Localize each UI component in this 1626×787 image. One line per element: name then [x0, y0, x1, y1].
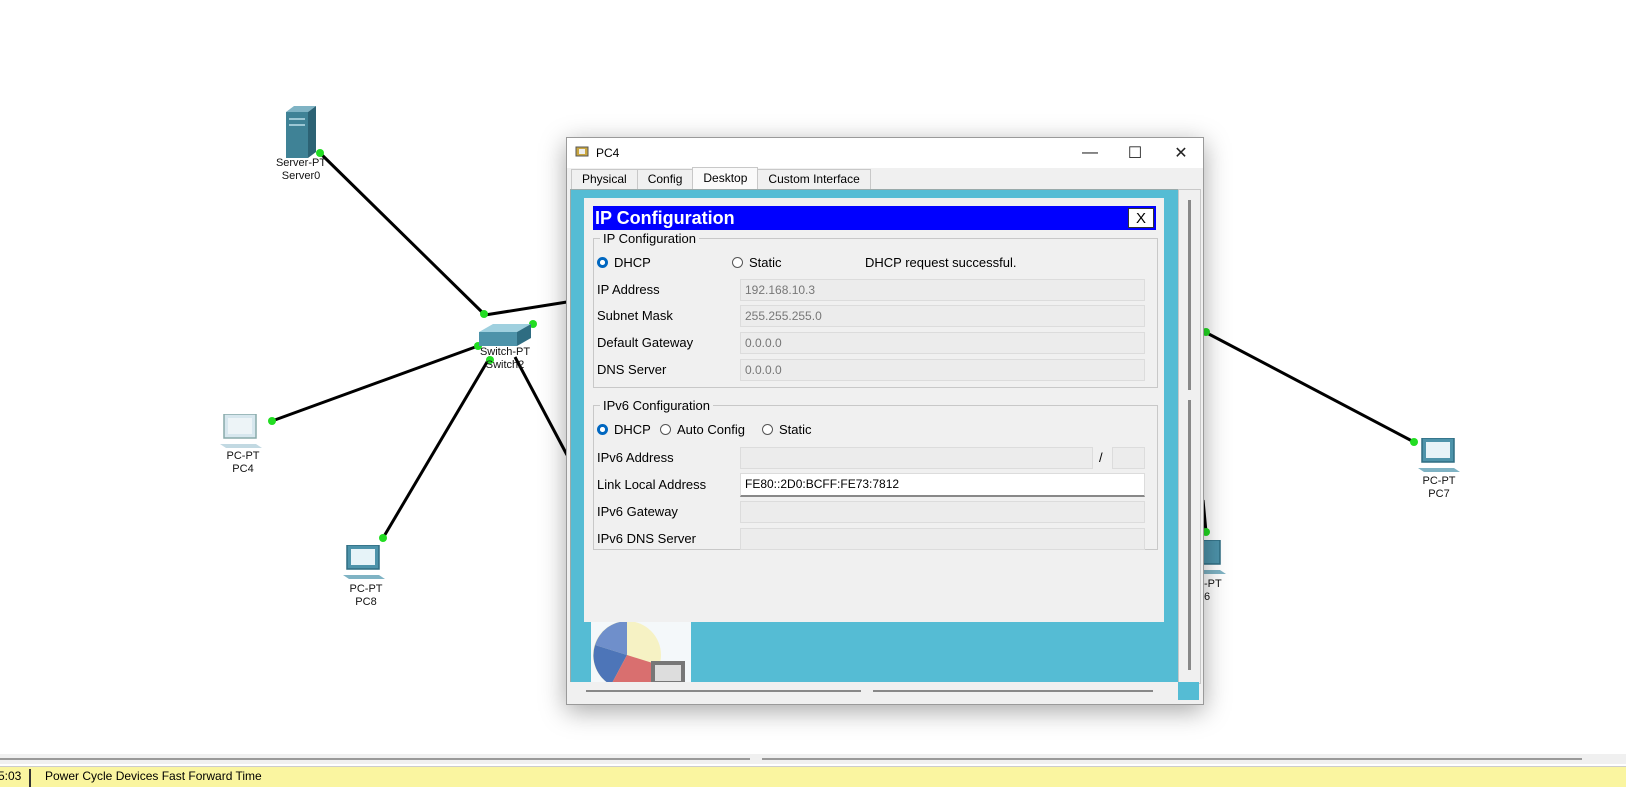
- horizontal-scrollbar[interactable]: [570, 682, 1178, 700]
- dns-server-label: DNS Server: [597, 362, 667, 377]
- ipv6-dhcp-radio[interactable]: DHCP: [597, 422, 651, 437]
- device-label-switch2: Switch-PT Switch2: [479, 346, 531, 371]
- pc-icon-pc8[interactable]: [343, 544, 385, 584]
- tab-config[interactable]: Config: [636, 169, 694, 189]
- ipv6-legend: IPv6 Configuration: [603, 398, 710, 413]
- window-title: PC4: [596, 146, 620, 160]
- ipv6-address-label: IPv6 Address: [597, 450, 674, 465]
- subnet-mask-field[interactable]: 255.255.255.0: [740, 305, 1145, 327]
- dns-server-field[interactable]: 0.0.0.0: [740, 359, 1145, 381]
- device-label-pc7: PC-PT PC7: [1422, 475, 1456, 500]
- ipv4-legend: IP Configuration: [603, 231, 696, 246]
- time-controls[interactable]: Power Cycle Devices Fast Forward Time: [45, 769, 262, 783]
- workspace-horizontal-scrollbar[interactable]: [0, 754, 1626, 764]
- device-label-server0: Server-PT Server0: [275, 157, 327, 182]
- tab-desktop[interactable]: Desktop: [692, 167, 759, 189]
- ipv6-gateway-field[interactable]: [740, 501, 1145, 523]
- ip-address-label: IP Address: [597, 282, 660, 297]
- ipv4-static-radio[interactable]: Static: [732, 255, 782, 270]
- device-label-pc8: PC-PT PC8: [349, 583, 383, 608]
- link-local-address-label: Link Local Address: [597, 477, 707, 492]
- ipv6-auto-config-radio[interactable]: Auto Config: [660, 422, 745, 437]
- tab-custom-interface[interactable]: Custom Interface: [757, 169, 871, 189]
- ipv6-gateway-label: IPv6 Gateway: [597, 504, 678, 519]
- dialog-header: IP Configuration X: [593, 206, 1156, 230]
- window-tabs: Physical Config Desktop Custom Interface: [571, 167, 871, 189]
- tab-physical[interactable]: Physical: [571, 169, 638, 189]
- dhcp-status-message: DHCP request successful.: [865, 255, 1017, 270]
- ipv4-dhcp-radio[interactable]: DHCP: [597, 255, 651, 270]
- scroll-corner: [1178, 682, 1199, 700]
- ipv6-dns-server-label: IPv6 DNS Server: [597, 531, 696, 546]
- packet-tracer-app-icon: [575, 145, 591, 162]
- pc-icon-pc7[interactable]: [1418, 437, 1460, 477]
- window-titlebar[interactable]: PC4 — ☐ ✕: [567, 138, 1203, 168]
- link-local-address-field[interactable]: FE80::2D0:BCFF:FE73:7812: [740, 473, 1145, 497]
- ipv6-dns-server-field[interactable]: [740, 528, 1145, 550]
- subnet-mask-label: Subnet Mask: [597, 308, 673, 323]
- ipv6-prefix-separator: /: [1099, 450, 1103, 465]
- default-gateway-label: Default Gateway: [597, 335, 694, 350]
- minimize-button[interactable]: —: [1068, 138, 1112, 168]
- device-label-pc4: PC-PT PC4: [226, 450, 260, 475]
- pc-icon-pc4[interactable]: [220, 413, 262, 453]
- close-window-button[interactable]: ✕: [1159, 138, 1203, 168]
- ipv6-address-field[interactable]: [740, 447, 1093, 469]
- server-icon[interactable]: [282, 104, 318, 161]
- realtime-statusbar: 5:03 Power Cycle Devices Fast Forward Ti…: [0, 766, 1626, 787]
- default-gateway-field[interactable]: 0.0.0.0: [740, 332, 1145, 354]
- ipv6-static-radio[interactable]: Static: [762, 422, 812, 437]
- dialog-title: IP Configuration: [595, 208, 735, 228]
- ip-configuration-dialog: IP Configuration X IP Configuration DHCP…: [584, 198, 1164, 622]
- dialog-close-button[interactable]: X: [1128, 208, 1154, 228]
- maximize-button[interactable]: ☐: [1113, 138, 1157, 168]
- ip-address-field[interactable]: 192.168.10.3: [740, 279, 1145, 301]
- ipv6-prefix-field[interactable]: [1112, 447, 1145, 469]
- pie-chart-app-icon: [593, 621, 685, 689]
- desktop-app-tile[interactable]: [591, 615, 691, 689]
- vertical-scrollbar[interactable]: [1178, 189, 1201, 684]
- simulation-time: 5:03: [0, 769, 32, 787]
